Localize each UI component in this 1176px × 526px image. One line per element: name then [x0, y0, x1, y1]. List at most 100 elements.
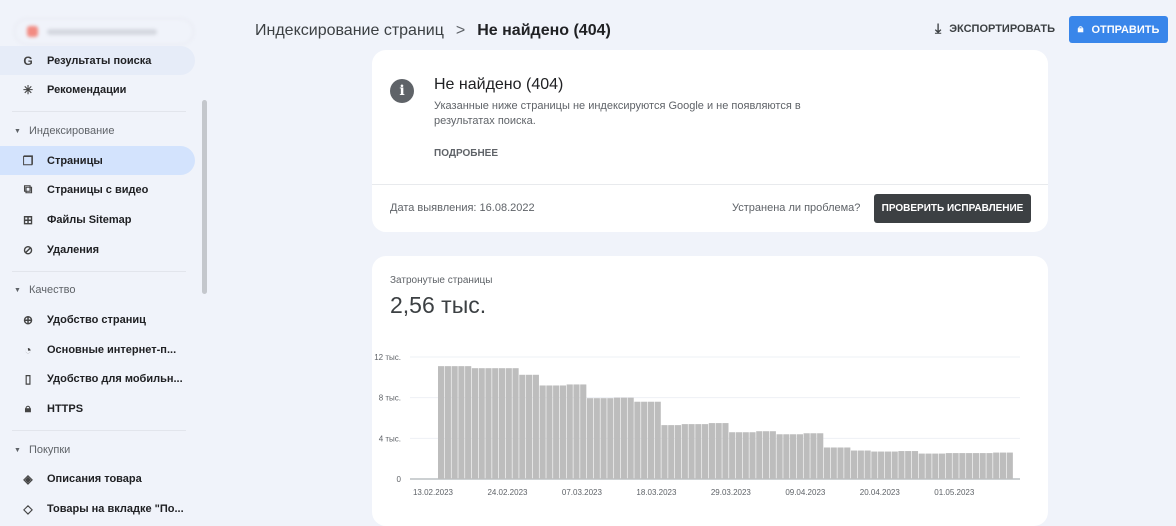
plus-circle-icon: ⊕	[22, 312, 34, 327]
breadcrumb-current: Не найдено (404)	[477, 22, 611, 39]
bar	[580, 384, 587, 479]
bar	[546, 385, 553, 479]
bar	[607, 398, 614, 479]
bar	[498, 368, 506, 479]
sidebar-item-product-snippets[interactable]: ◈ Описания товара	[0, 464, 195, 493]
sidebar-item-label: Результаты поиска	[47, 54, 152, 67]
detection-date: Дата выявления: 16.08.2022	[390, 202, 535, 214]
caret-down-icon: ▼	[14, 446, 21, 454]
site-url-blurred	[47, 29, 157, 35]
bar	[884, 451, 891, 479]
bar	[722, 423, 729, 479]
bar	[932, 453, 939, 479]
send-button[interactable]: 🔒︎ ОТПРАВИТЬ	[1069, 16, 1168, 43]
learn-more-link[interactable]: ПОДРОБНЕЕ	[434, 148, 498, 159]
tag-icon: ◇	[23, 501, 33, 516]
bar	[966, 453, 973, 479]
validate-fix-button[interactable]: ПРОВЕРИТЬ ИСПРАВЛЕНИЕ	[874, 194, 1031, 223]
bar	[742, 432, 749, 479]
sidebar-item-label: Рекомендации	[47, 83, 127, 96]
bar	[458, 366, 465, 479]
sidebar: G Результаты поиска ✳ Рекомендации ▼ Индекс…	[0, 0, 207, 516]
divider	[12, 430, 186, 431]
eye-off-icon: ⊘	[22, 242, 34, 257]
divider	[372, 184, 1048, 185]
x-tick-label: 29.03.2023	[711, 488, 752, 497]
bar	[850, 450, 858, 479]
bar	[715, 423, 722, 479]
video-pages-icon: ⧉	[23, 182, 33, 196]
layers-icon: ◈	[23, 471, 33, 486]
bar	[810, 433, 817, 479]
bar	[451, 366, 458, 479]
bar	[735, 432, 743, 479]
bar	[844, 447, 851, 479]
bar	[783, 434, 790, 479]
bar	[539, 385, 546, 479]
bar	[553, 385, 560, 479]
breadcrumb-parent[interactable]: Индексирование страниц	[255, 22, 444, 40]
affected-pages-card: Затронутые страницы 2,56 тыс. 04 тыс. 8 т…	[372, 256, 1048, 526]
caret-down-icon: ▼	[14, 286, 21, 294]
affected-pages-chart: 0 4 тыс. 8 тыс. 12 тыс. 13.02.2023 24.02.2023…	[374, 353, 1020, 497]
section-shopping[interactable]: ▼ Покупки	[14, 444, 70, 456]
sidebar-item-recommendations[interactable]: ✳ Рекомендации	[0, 75, 195, 104]
bar	[790, 434, 797, 479]
sidebar-item-label: Файлы Sitemap	[47, 213, 132, 226]
section-quality[interactable]: ▼ Качество	[14, 284, 75, 296]
bar	[898, 451, 905, 479]
asterisk-icon: ✳	[22, 82, 34, 97]
sidebar-item-core-web-vitals[interactable]: ◔ Основные интернет-п...	[0, 335, 195, 364]
y-tick-label: 4 тыс.	[379, 434, 401, 443]
sidebar-item-removals[interactable]: ⊘ Удаления	[0, 235, 195, 264]
sidebar-item-label: Основные интернет-п...	[47, 343, 177, 356]
download-icon: ⤓	[935, 20, 942, 36]
sidebar-item-pages[interactable]: ❐ Страницы	[0, 146, 195, 175]
lock-icon: 🔒︎	[1077, 23, 1084, 35]
bar	[1006, 452, 1013, 479]
x-tick-label: 24.02.2023	[487, 488, 528, 497]
bar	[661, 425, 668, 479]
bar	[559, 385, 567, 479]
bar	[871, 451, 878, 479]
bar	[769, 431, 776, 479]
bar	[674, 425, 682, 479]
bar	[586, 398, 594, 479]
y-tick-label: 8 тыс.	[379, 394, 401, 403]
info-icon: i	[390, 79, 414, 103]
property-selector[interactable]	[14, 18, 194, 45]
bar	[756, 431, 763, 479]
bar	[566, 384, 573, 479]
issue-card: i Не найдено (404) Указанные ниже страни…	[372, 50, 1048, 232]
sidebar-item-label: Удобство страниц	[47, 313, 146, 326]
export-button[interactable]: ⤓ ЭКСПОРТИРОВАТЬ	[935, 20, 1055, 37]
sidebar-item-page-experience[interactable]: ⊕ Удобство страниц	[0, 305, 195, 334]
bar	[749, 432, 756, 479]
bar	[641, 401, 648, 479]
sidebar-item-merchant-listings[interactable]: ◇ Товары на вкладке "По...	[0, 494, 195, 523]
bar	[668, 425, 675, 479]
bar	[999, 452, 1007, 479]
sidebar-item-mobile-usability[interactable]: ▯ Удобство для мобильн...	[0, 364, 195, 393]
sidebar-item-label: Страницы с видео	[47, 183, 149, 196]
x-tick-label: 18.03.2023	[636, 488, 677, 497]
section-indexing[interactable]: ▼ Индексирование	[14, 125, 114, 137]
sidebar-item-label: Удаления	[47, 243, 100, 256]
sitemap-icon: ⊞	[22, 212, 34, 227]
sidebar-scrollbar[interactable]	[202, 100, 207, 294]
bar	[938, 453, 946, 479]
bar	[688, 424, 695, 479]
bar	[485, 368, 492, 479]
bar	[465, 366, 472, 479]
sidebar-item-video-pages[interactable]: ⧉ Страницы с видео	[0, 175, 195, 204]
bar	[647, 401, 655, 479]
bar	[959, 453, 966, 479]
bar	[803, 433, 810, 479]
send-label: ОТПРАВИТЬ	[1091, 23, 1160, 36]
bar	[918, 453, 925, 479]
x-tick-label: 13.02.2023	[413, 488, 454, 497]
sidebar-item-sitemaps[interactable]: ⊞ Файлы Sitemap	[0, 205, 195, 234]
sidebar-item-search-results[interactable]: G Результаты поиска	[0, 46, 195, 75]
sidebar-item-https[interactable]: 🔒︎ HTTPS	[0, 394, 195, 423]
bar	[796, 434, 803, 479]
